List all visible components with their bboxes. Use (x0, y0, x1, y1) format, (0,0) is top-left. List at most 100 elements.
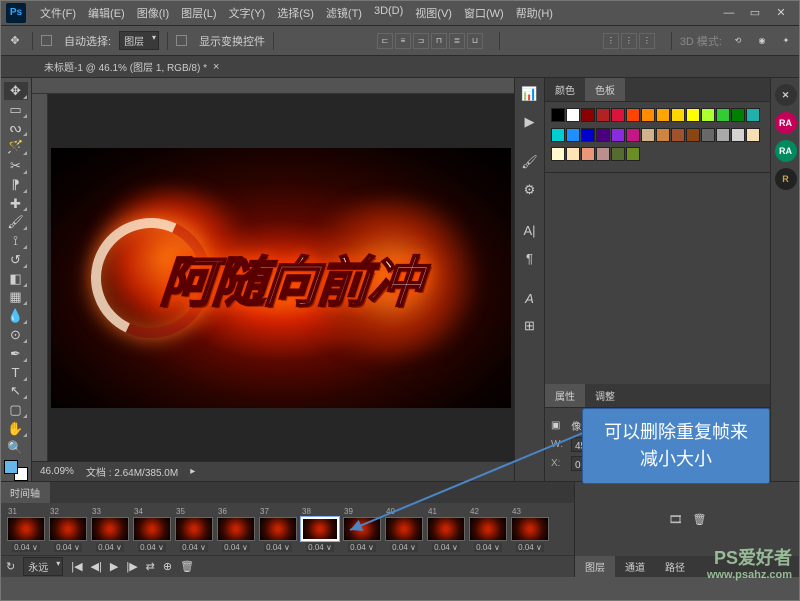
crop-tool[interactable]: ✂ (4, 157, 28, 175)
brush-preset-icon[interactable]: 🖌 (520, 152, 540, 172)
delete-frame-button[interactable]: 🗑 (180, 560, 194, 573)
swatch[interactable] (596, 147, 610, 161)
swatch[interactable] (686, 128, 700, 142)
histogram-icon[interactable]: 📊 (520, 84, 540, 104)
swatch[interactable] (581, 128, 595, 142)
extension-badge[interactable]: RA (775, 112, 797, 134)
duplicate-frame-button[interactable]: ⊕ (163, 560, 172, 573)
swatch[interactable] (611, 108, 625, 122)
swatch[interactable] (626, 128, 640, 142)
align-btn[interactable]: ⊓ (431, 33, 447, 49)
navigator-icon[interactable]: ▶ (520, 112, 540, 132)
frame-delay[interactable]: 0.04 ∨ (222, 543, 250, 552)
eraser-tool[interactable]: ◧ (4, 270, 28, 288)
document-tab[interactable]: 未标题-1 @ 46.1% (图层 1, RGB/8) * × (36, 57, 227, 76)
dodge-tool[interactable]: ⊙ (4, 326, 28, 344)
swatch[interactable] (626, 147, 640, 161)
path-select-tool[interactable]: ↖ (4, 383, 28, 401)
history-brush-tool[interactable]: ↺ (4, 251, 28, 269)
menu-item[interactable]: 帮助(H) (510, 5, 559, 21)
swatch[interactable] (611, 147, 625, 161)
swatch[interactable] (611, 128, 625, 142)
timeline-frame[interactable]: 390.04 ∨ (342, 507, 382, 552)
menu-item[interactable]: 窗口(W) (458, 5, 510, 21)
timeline-frame[interactable]: 310.04 ∨ (6, 507, 46, 552)
brush-tool[interactable]: 🖌 (4, 213, 28, 231)
align-btn[interactable]: ⊏ (377, 33, 393, 49)
swatch[interactable] (551, 147, 565, 161)
swatch[interactable] (551, 128, 565, 142)
shape-tool[interactable]: ▢ (4, 401, 28, 419)
tab-channels[interactable]: 通道 (615, 556, 655, 577)
auto-select-target-dropdown[interactable]: 图层 (119, 31, 159, 50)
swatch[interactable] (701, 128, 715, 142)
extension-badge[interactable]: ✕ (775, 84, 797, 106)
trash-icon[interactable]: 🗑 (693, 513, 707, 526)
swatch[interactable] (581, 108, 595, 122)
eyedropper-tool[interactable]: ⁋ (4, 176, 28, 194)
swatch[interactable] (716, 128, 730, 142)
move-tool[interactable]: ✥ (4, 82, 28, 100)
tab-swatches[interactable]: 色板 (585, 78, 625, 101)
align-btn[interactable]: ≡ (395, 33, 411, 49)
frame-delay[interactable]: 0.04 ∨ (432, 543, 460, 552)
loop-icon[interactable]: ↻ (6, 560, 15, 573)
timeline-frame[interactable]: 320.04 ∨ (48, 507, 88, 552)
auto-select-checkbox[interactable] (41, 35, 52, 46)
restore-button[interactable]: ▭ (742, 4, 768, 22)
swatch[interactable] (551, 108, 565, 122)
zoom-value[interactable]: 46.09% (40, 466, 74, 477)
show-transform-checkbox[interactable] (176, 35, 187, 46)
frame-delay[interactable]: 0.04 ∨ (264, 543, 292, 552)
menu-item[interactable]: 图像(I) (131, 5, 175, 21)
timeline-frame[interactable]: 350.04 ∨ (174, 507, 214, 552)
swatch[interactable] (596, 128, 610, 142)
swatch[interactable] (566, 128, 580, 142)
frame-delay[interactable]: 0.04 ∨ (180, 543, 208, 552)
menu-item[interactable]: 滤镜(T) (320, 5, 368, 21)
frame-delay[interactable]: 0.04 ∨ (54, 543, 82, 552)
paragraph-icon[interactable]: ¶ (520, 248, 540, 268)
blur-tool[interactable]: 💧 (4, 307, 28, 325)
dist-btn[interactable]: ⋮ (639, 33, 655, 49)
convert-icon[interactable]: 🎞 (669, 513, 683, 526)
first-frame-button[interactable]: |◀ (71, 560, 82, 573)
menu-item[interactable]: 文件(F) (34, 5, 82, 21)
status-arrow-icon[interactable]: ▸ (190, 466, 195, 477)
swatch[interactable] (701, 108, 715, 122)
swatch[interactable] (686, 108, 700, 122)
dist-btn[interactable]: ⋮ (603, 33, 619, 49)
character-icon[interactable]: A| (520, 220, 540, 240)
hand-tool[interactable]: ✋ (4, 420, 28, 438)
timeline-frame[interactable]: 380.04 ∨ (300, 507, 340, 552)
frame-delay[interactable]: 0.04 ∨ (516, 543, 544, 552)
brush-settings-icon[interactable]: ⚙ (520, 180, 540, 200)
swatch[interactable] (581, 147, 595, 161)
prev-frame-button[interactable]: ◀| (91, 560, 102, 573)
frame-delay[interactable]: 0.04 ∨ (138, 543, 166, 552)
frame-delay[interactable]: 0.04 ∨ (96, 543, 124, 552)
color-swatches[interactable] (4, 460, 28, 481)
swatch[interactable] (566, 108, 580, 122)
timeline-frame[interactable]: 430.04 ∨ (510, 507, 550, 552)
swatch[interactable] (716, 108, 730, 122)
swatch[interactable] (626, 108, 640, 122)
marquee-tool[interactable]: ▭ (4, 101, 28, 119)
frame-delay[interactable]: 0.04 ∨ (390, 543, 418, 552)
swatch[interactable] (671, 128, 685, 142)
swatch[interactable] (746, 128, 760, 142)
timeline-frame[interactable]: 360.04 ∨ (216, 507, 256, 552)
gradient-tool[interactable]: ▦ (4, 289, 28, 307)
canvas-area[interactable]: 阿随向前冲 (48, 94, 514, 461)
align-btn[interactable]: ≣ (449, 33, 465, 49)
tween-button[interactable]: ⇄ (146, 560, 155, 573)
timeline-frame[interactable]: 340.04 ∨ (132, 507, 172, 552)
frame-delay[interactable]: 0.04 ∨ (348, 543, 376, 552)
tab-timeline[interactable]: 时间轴 (0, 482, 50, 503)
tab-layers[interactable]: 图层 (575, 556, 615, 577)
swatch[interactable] (566, 147, 580, 161)
menu-item[interactable]: 3D(D) (368, 5, 409, 21)
swatch[interactable] (596, 108, 610, 122)
close-button[interactable]: ✕ (768, 4, 794, 22)
quick-select-tool[interactable]: 🪄 (4, 138, 28, 156)
